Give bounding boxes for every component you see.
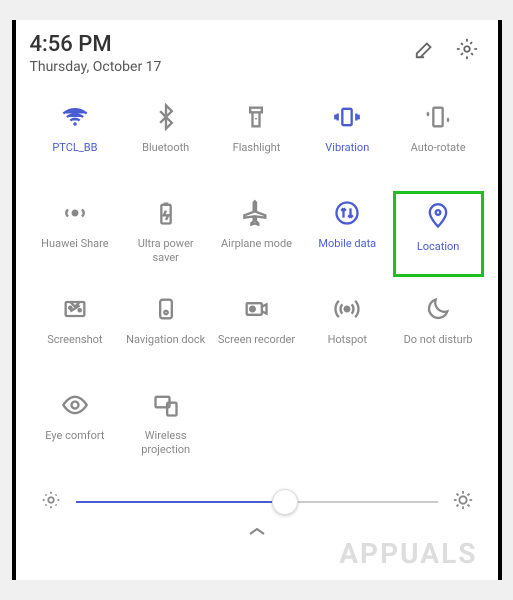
tile-flashlight[interactable]: Flashlight xyxy=(211,95,302,181)
vibration-icon xyxy=(331,101,363,133)
tile-airplane[interactable]: Airplane mode xyxy=(211,191,302,277)
mobile-data-icon xyxy=(331,197,363,229)
tile-label: Eye comfort xyxy=(45,429,104,443)
airplane-icon xyxy=(240,197,272,229)
battery-icon xyxy=(150,197,182,229)
tile-label: Huawei Share xyxy=(41,237,108,251)
tile-label: Vibration xyxy=(325,141,369,155)
tile-bluetooth[interactable]: Bluetooth xyxy=(120,95,211,181)
autorotate-icon xyxy=(422,101,454,133)
tile-wireless-projection[interactable]: Wireless projection xyxy=(120,383,211,469)
tile-vibration[interactable]: Vibration xyxy=(302,95,393,181)
tile-power-saver[interactable]: Ultra power saver xyxy=(120,191,211,277)
header: 4:56 PM Thursday, October 17 xyxy=(30,32,484,75)
flashlight-icon xyxy=(240,101,272,133)
tile-nav-dock[interactable]: Navigation dock xyxy=(120,287,211,373)
tile-wifi[interactable]: PTCL_BB xyxy=(30,95,121,181)
settings-icon[interactable] xyxy=(456,38,478,64)
tile-label: Wireless projection xyxy=(126,429,206,458)
quick-settings-panel: 4:56 PM Thursday, October 17 PTCL_BB Blu… xyxy=(12,20,502,580)
slider-fill xyxy=(76,501,286,503)
time-date-block: 4:56 PM Thursday, October 17 xyxy=(30,32,162,75)
quick-tiles-grid: PTCL_BB Bluetooth Flashlight Vibration A xyxy=(30,95,484,469)
tile-label: Mobile data xyxy=(318,237,376,251)
tile-label: Hotspot xyxy=(328,333,367,347)
tile-label: Screenshot xyxy=(47,333,102,347)
brightness-slider[interactable] xyxy=(76,501,438,503)
watermark: APPUALS xyxy=(339,537,477,570)
nav-dock-icon xyxy=(150,293,182,325)
tile-screen-recorder[interactable]: Screen recorder xyxy=(211,287,302,373)
tile-label: Ultra power saver xyxy=(126,237,206,266)
tile-label: PTCL_BB xyxy=(52,141,97,155)
header-actions xyxy=(414,32,484,64)
brightness-high-icon xyxy=(452,489,474,515)
edit-icon[interactable] xyxy=(414,38,436,64)
tile-mobile-data[interactable]: Mobile data xyxy=(302,191,393,277)
bluetooth-icon xyxy=(150,101,182,133)
tile-autorotate[interactable]: Auto-rotate xyxy=(393,95,484,181)
tile-label: Screen recorder xyxy=(218,333,295,347)
clock-time: 4:56 PM xyxy=(30,32,162,57)
clock-date: Thursday, October 17 xyxy=(30,59,162,75)
tile-eye-comfort[interactable]: Eye comfort xyxy=(30,383,121,469)
tile-label: Location xyxy=(417,240,460,254)
location-icon xyxy=(422,200,454,232)
brightness-control xyxy=(30,489,484,515)
eye-icon xyxy=(59,389,91,421)
huawei-share-icon xyxy=(59,197,91,229)
hotspot-icon xyxy=(331,293,363,325)
screen-recorder-icon xyxy=(240,293,272,325)
brightness-low-icon xyxy=(40,489,62,515)
tile-huawei-share[interactable]: Huawei Share xyxy=(30,191,121,277)
moon-icon xyxy=(422,293,454,325)
tile-label: Flashlight xyxy=(233,141,281,155)
tile-dnd[interactable]: Do not disturb xyxy=(393,287,484,373)
projection-icon xyxy=(150,389,182,421)
tile-label: Airplane mode xyxy=(221,237,292,251)
slider-thumb[interactable] xyxy=(272,489,298,515)
tile-label: Navigation dock xyxy=(126,333,205,347)
tile-location[interactable]: Location xyxy=(393,191,484,277)
tile-screenshot[interactable]: Screenshot xyxy=(30,287,121,373)
wifi-icon xyxy=(59,101,91,133)
tile-label: Do not disturb xyxy=(404,333,473,347)
tile-hotspot[interactable]: Hotspot xyxy=(302,287,393,373)
tile-label: Auto-rotate xyxy=(411,141,466,155)
tile-label: Bluetooth xyxy=(142,141,189,155)
screenshot-icon xyxy=(59,293,91,325)
